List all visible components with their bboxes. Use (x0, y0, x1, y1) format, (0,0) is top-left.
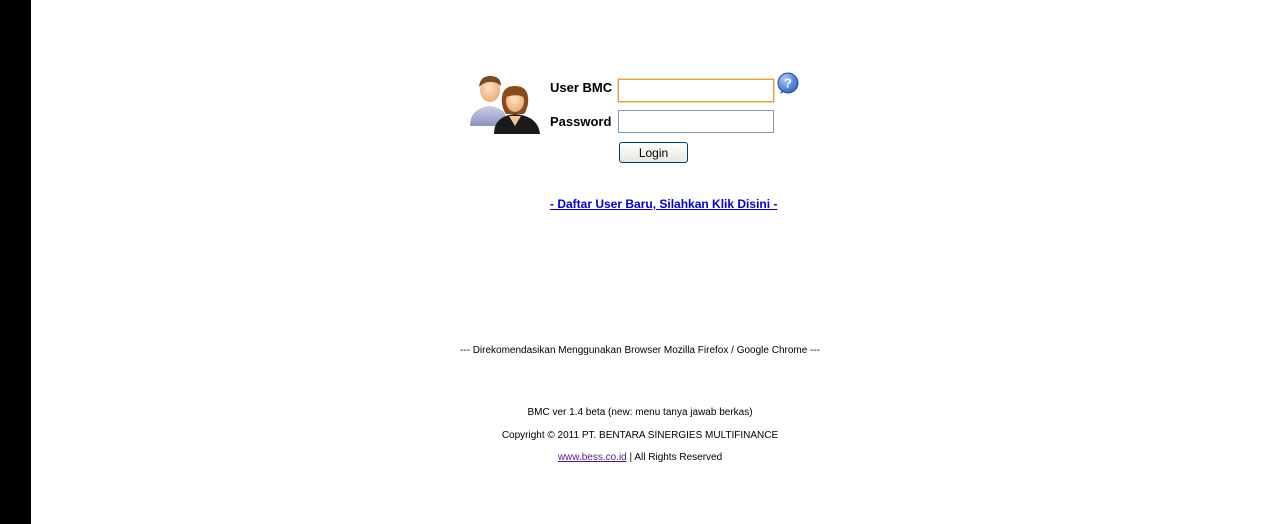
help-icon[interactable]: ? (777, 72, 800, 95)
register-new-user-link[interactable]: - Daftar User Baru, Silahkan Klik Disini… (550, 197, 777, 211)
footer-rights: www.bess.co.id | All Rights Reserved (440, 452, 840, 463)
browser-recommendation: --- Direkomendasikan Menggunakan Browser… (459, 345, 821, 356)
users-icon (470, 76, 540, 134)
user-bmc-label: User BMC (550, 80, 613, 95)
password-input[interactable] (618, 110, 774, 133)
rights-text: | All Rights Reserved (626, 452, 723, 463)
website-link[interactable]: www.bess.co.id (558, 452, 627, 463)
copyright-text: Copyright © 2011 PT. BENTARA SINERGIES M… (501, 430, 779, 441)
user-bmc-input[interactable] (618, 79, 774, 102)
version-info: BMC ver 1.4 beta (new: menu tanya jawab … (527, 407, 753, 418)
left-sidebar-bar (0, 0, 31, 524)
login-button[interactable]: Login (619, 142, 688, 163)
password-label: Password (550, 114, 612, 129)
svg-text:?: ? (784, 76, 792, 91)
